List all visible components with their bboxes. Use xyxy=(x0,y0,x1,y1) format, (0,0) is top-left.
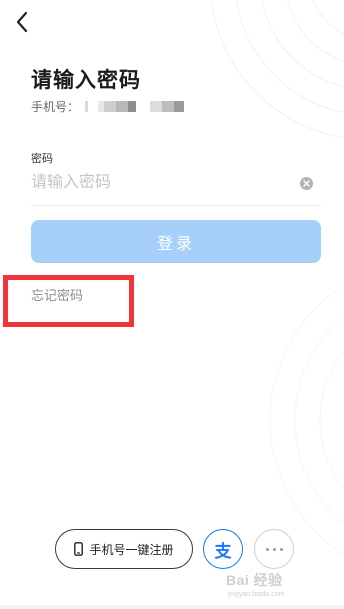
password-input[interactable] xyxy=(31,170,286,196)
password-label: 密码 xyxy=(31,153,53,165)
alipay-login-button[interactable]: 支 xyxy=(203,529,243,569)
alipay-icon: 支 xyxy=(214,541,232,561)
bottom-edge-bar xyxy=(0,605,344,609)
more-dots-icon xyxy=(264,547,285,551)
password-field-underline xyxy=(31,205,321,206)
back-button[interactable] xyxy=(8,8,36,36)
page-title: 请输入密码 xyxy=(31,69,141,92)
phone-number-row: 手机号： xyxy=(31,99,185,114)
mobile-phone-icon xyxy=(74,542,84,556)
watermark-main-text: Bai 经验 xyxy=(226,572,283,588)
login-button[interactable]: 登录 xyxy=(31,220,321,263)
clear-circle-icon xyxy=(303,180,310,187)
more-options-button[interactable] xyxy=(254,529,294,569)
clear-password-button[interactable] xyxy=(300,177,313,190)
forgot-password-link[interactable]: 忘记密码 xyxy=(31,285,83,304)
one-key-register-label: 手机号一键注册 xyxy=(89,542,174,557)
one-key-register-button[interactable]: 手机号一键注册 xyxy=(55,529,193,569)
phone-label: 手机号： xyxy=(31,99,80,114)
chevron-left-icon xyxy=(16,11,28,33)
baidu-jingyan-watermark: Bai 经验 jingyan.baidu.com xyxy=(226,570,336,608)
watermark-sub-text: jingyan.baidu.com xyxy=(228,591,285,598)
masked-phone-number xyxy=(85,100,185,112)
